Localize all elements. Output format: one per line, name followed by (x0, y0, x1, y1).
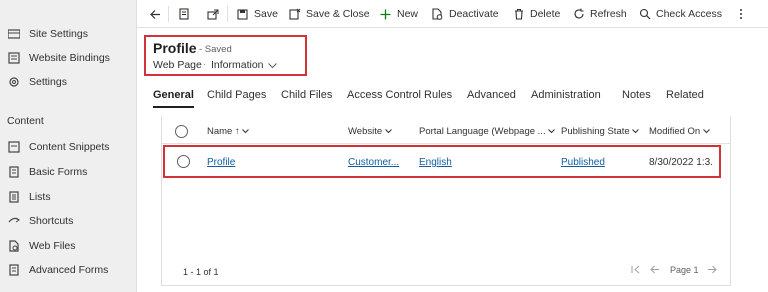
save-icon (236, 8, 249, 21)
column-header-label: Modified On (649, 126, 701, 137)
chevron-down-icon (632, 129, 640, 134)
chevron-down-icon (703, 129, 710, 134)
highlight-box-header (144, 35, 307, 76)
chevron-down-icon (548, 129, 556, 134)
sidebar-item-label: Advanced Forms (29, 264, 109, 276)
sidebar-item-label: Settings (29, 76, 67, 88)
sidebar-item-label: Basic Forms (29, 166, 88, 178)
delete-button[interactable]: Delete (512, 0, 560, 28)
column-header-website[interactable]: Website (348, 126, 392, 137)
refresh-label: Refresh (590, 8, 627, 20)
select-all-radio[interactable] (175, 125, 188, 138)
tab-related[interactable]: Related (666, 89, 704, 101)
check-access-icon (638, 8, 651, 21)
back-button[interactable] (149, 0, 167, 28)
sidebar-item-website-bindings[interactable]: Website Bindings (0, 47, 137, 69)
sidebar: Site Settings Website Bindings Settings … (0, 0, 137, 292)
column-header-label: Name ↑ (207, 126, 240, 137)
separator (168, 6, 169, 22)
more-commands-button[interactable] (734, 0, 752, 28)
document-icon (177, 8, 190, 21)
sidebar-item-lists[interactable]: Lists (0, 186, 137, 208)
command-bar: Save Save & Close New Deactivate Delete … (137, 0, 768, 28)
tab-advanced[interactable]: Advanced (467, 89, 516, 101)
site-settings-icon (7, 27, 21, 41)
basic-forms-icon (7, 165, 21, 179)
first-page-icon[interactable] (631, 265, 640, 276)
sidebar-item-shortcuts[interactable]: Shortcuts (0, 210, 137, 232)
header-divider (162, 143, 730, 144)
sidebar-item-label: Site Settings (29, 28, 88, 40)
content-snippets-icon (7, 140, 21, 154)
sidebar-item-basic-forms[interactable]: Basic Forms (0, 161, 137, 183)
new-label: New (397, 8, 419, 20)
save-close-button[interactable]: Save & Close (288, 0, 370, 28)
sidebar-item-content-snippets[interactable]: Content Snippets (0, 136, 137, 158)
form-view-button[interactable] (177, 0, 195, 28)
tab-general[interactable]: General (153, 89, 194, 101)
web-files-icon (7, 239, 21, 253)
gear-icon (7, 75, 21, 89)
refresh-icon (572, 8, 585, 21)
check-access-button[interactable]: Check Access (638, 0, 722, 28)
trash-icon (512, 8, 525, 21)
open-new-window-button[interactable] (206, 0, 224, 28)
deactivate-label: Deactivate (449, 8, 499, 20)
refresh-button[interactable]: Refresh (572, 0, 627, 28)
sidebar-item-advanced-forms[interactable]: Advanced Forms (0, 259, 137, 281)
deactivate-icon (431, 8, 444, 21)
chevron-down-icon (242, 129, 250, 134)
sidebar-item-settings[interactable]: Settings (0, 71, 137, 93)
previous-page-icon[interactable] (650, 265, 660, 276)
sidebar-item-label: Content Snippets (29, 141, 110, 153)
more-vertical-icon (734, 8, 747, 21)
tab-child-pages[interactable]: Child Pages (207, 89, 266, 101)
column-header-label: Website (348, 126, 383, 137)
sidebar-item-label: Shortcuts (29, 215, 74, 227)
column-header-portal-language[interactable]: Portal Language (Webpage ... (419, 126, 556, 137)
column-header-label: Portal Language (Webpage ... (419, 126, 546, 137)
sidebar-item-web-files[interactable]: Web Files (0, 235, 137, 257)
tab-access-control-rules[interactable]: Access Control Rules (347, 89, 452, 101)
active-tab-indicator (153, 106, 194, 108)
shortcuts-icon (7, 214, 21, 228)
check-access-label: Check Access (656, 8, 722, 20)
separator (227, 6, 228, 22)
sidebar-item-label: Website Bindings (29, 52, 110, 64)
tab-child-files[interactable]: Child Files (281, 89, 332, 101)
save-button[interactable]: Save (236, 0, 278, 28)
chevron-down-icon (384, 129, 392, 134)
delete-label: Delete (530, 8, 561, 20)
advanced-forms-icon (7, 263, 21, 277)
column-header-publishing-state[interactable]: Publishing State (561, 126, 640, 137)
save-close-label: Save & Close (306, 8, 370, 20)
tab-notes[interactable]: Notes (622, 89, 651, 101)
website-bindings-icon (7, 51, 21, 65)
sidebar-item-label: Lists (29, 191, 51, 203)
highlight-box-row (163, 145, 721, 178)
sidebar-item-label: Web Files (29, 240, 76, 252)
open-in-new-window-icon (206, 8, 219, 21)
column-header-modified-on[interactable]: Modified On (649, 126, 710, 137)
tab-administration[interactable]: Administration (531, 89, 601, 101)
save-label: Save (254, 8, 278, 20)
deactivate-button[interactable]: Deactivate (431, 0, 499, 28)
sidebar-item-site-settings[interactable]: Site Settings (0, 23, 137, 45)
page-number: Page 1 (670, 265, 699, 275)
plus-icon (379, 8, 392, 21)
new-button[interactable]: New (379, 0, 418, 28)
lists-icon (7, 190, 21, 204)
record-count: 1 - 1 of 1 (183, 267, 219, 277)
sidebar-section-header: Content (7, 115, 44, 127)
back-arrow-icon (149, 8, 162, 21)
child-pages-grid (161, 116, 731, 286)
next-page-icon[interactable] (707, 265, 717, 276)
column-header-name[interactable]: Name ↑ (207, 126, 250, 137)
save-close-icon (288, 8, 301, 21)
column-header-label: Publishing State (561, 126, 630, 137)
